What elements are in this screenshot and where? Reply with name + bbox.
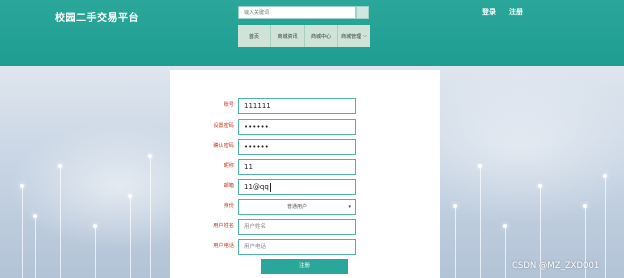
form-row-confirm-password: 确认密码 ••••••: [170, 139, 440, 155]
field-label: 设置密码: [213, 123, 234, 129]
field-label: 用户姓名: [213, 223, 234, 229]
chevron-down-icon: ⌵: [363, 33, 367, 39]
confirm-password-input[interactable]: ••••••: [238, 139, 356, 155]
identity-selected: 普通用户: [286, 204, 307, 210]
login-link[interactable]: 登录: [482, 7, 496, 17]
field-label: 账号: [223, 102, 234, 108]
password-input[interactable]: ••••••: [238, 119, 356, 135]
top-header: 校园二手交易平台 输入关键词 登录 注册 首页 商城资讯 商城中心 商城管理 ⌵: [0, 0, 624, 66]
form-row-password: 设置密码 ••••••: [170, 119, 440, 135]
register-link[interactable]: 注册: [509, 7, 523, 17]
account-input[interactable]: 111111: [238, 98, 356, 114]
field-label: 邮箱: [223, 183, 234, 189]
nav-label: 商城管理: [341, 33, 362, 40]
form-row-nickname: 昵称 11: [170, 159, 440, 175]
nav-item-home[interactable]: 首页: [238, 25, 271, 47]
nav-label: 首页: [248, 33, 259, 40]
search-input[interactable]: 输入关键词: [238, 6, 356, 19]
field-label: 身份: [223, 203, 234, 209]
email-input[interactable]: 11@qq: [238, 179, 356, 195]
email-value: 11@qq: [244, 183, 269, 191]
main-nav: 首页 商城资讯 商城中心 商城管理 ⌵: [238, 25, 370, 47]
watermark: CSDN @MZ_ZXD001: [512, 261, 600, 271]
dropdown-arrow-icon: ▾: [348, 204, 351, 210]
form-row-account: 账号 111111: [170, 98, 440, 114]
nav-item-management[interactable]: 商城管理 ⌵: [338, 25, 370, 47]
form-row-email: 邮箱 11@qq: [170, 179, 440, 195]
identity-select[interactable]: 普通用户 ▾: [238, 199, 356, 215]
text-cursor: [269, 182, 271, 192]
form-row-user-phone: 用户电话 用户电话: [170, 239, 440, 255]
register-submit-button[interactable]: 注册: [261, 259, 348, 274]
user-name-input[interactable]: 用户姓名: [238, 219, 356, 235]
register-form: 账号 111111 设置密码 •••••• 确认密码 •••••• 昵称 11 …: [170, 70, 440, 278]
form-row-user-name: 用户姓名 用户姓名: [170, 219, 440, 235]
field-label: 昵称: [223, 163, 234, 169]
nav-item-news[interactable]: 商城资讯: [271, 25, 305, 47]
nav-item-center[interactable]: 商城中心: [305, 25, 338, 47]
form-row-identity: 身份 普通用户 ▾: [170, 199, 440, 215]
nav-label: 商城资讯: [277, 33, 298, 40]
nav-label: 商城中心: [310, 33, 331, 40]
search-button[interactable]: [356, 6, 369, 19]
field-label: 确认密码: [213, 143, 234, 149]
user-phone-input[interactable]: 用户电话: [238, 239, 356, 255]
field-label: 用户电话: [213, 243, 234, 249]
nickname-input[interactable]: 11: [238, 159, 356, 175]
site-title: 校园二手交易平台: [55, 13, 139, 24]
